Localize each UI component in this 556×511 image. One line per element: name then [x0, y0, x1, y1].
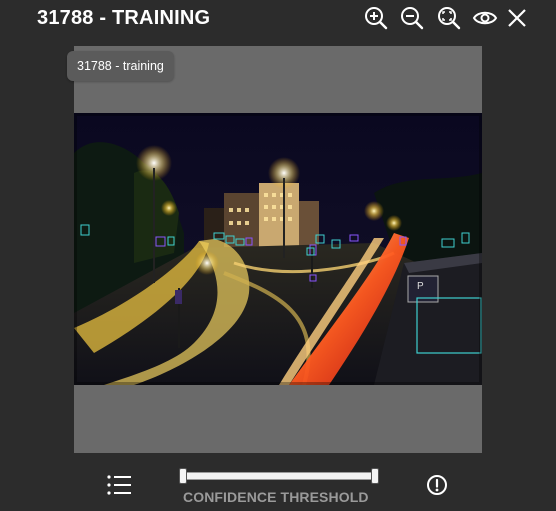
image-panel[interactable]: P — [74, 46, 482, 453]
slider-handle-high[interactable] — [371, 468, 379, 484]
zoom-reset-icon — [438, 7, 461, 30]
alert-icon — [427, 475, 447, 495]
close-icon — [508, 9, 526, 27]
image-viewer-dialog: 31788 - TRAINING P 31788 - training CONF… — [0, 0, 556, 511]
visibility-toggle-button[interactable] — [472, 5, 498, 31]
slider-label: CONFIDENCE THRESHOLD — [183, 489, 369, 505]
svg-text:P: P — [417, 281, 424, 292]
alert-button[interactable] — [426, 474, 448, 496]
confidence-threshold-slider[interactable] — [179, 468, 379, 484]
dialog-title: 31788 - TRAINING — [37, 7, 211, 29]
eye-icon — [472, 11, 498, 25]
zoom-in-button[interactable] — [363, 5, 389, 31]
street-night-photo: P — [74, 113, 482, 385]
zoom-out-button[interactable] — [399, 5, 425, 31]
zoom-in-icon — [365, 7, 388, 30]
slider-handle-low[interactable] — [179, 468, 187, 484]
image-name-tooltip: 31788 - training — [67, 51, 174, 81]
slider-track[interactable] — [181, 472, 377, 480]
close-button[interactable] — [504, 5, 530, 31]
zoom-reset-button[interactable] — [436, 5, 462, 31]
zoom-out-icon — [401, 7, 424, 30]
list-button[interactable] — [106, 473, 132, 497]
list-icon — [107, 475, 131, 495]
